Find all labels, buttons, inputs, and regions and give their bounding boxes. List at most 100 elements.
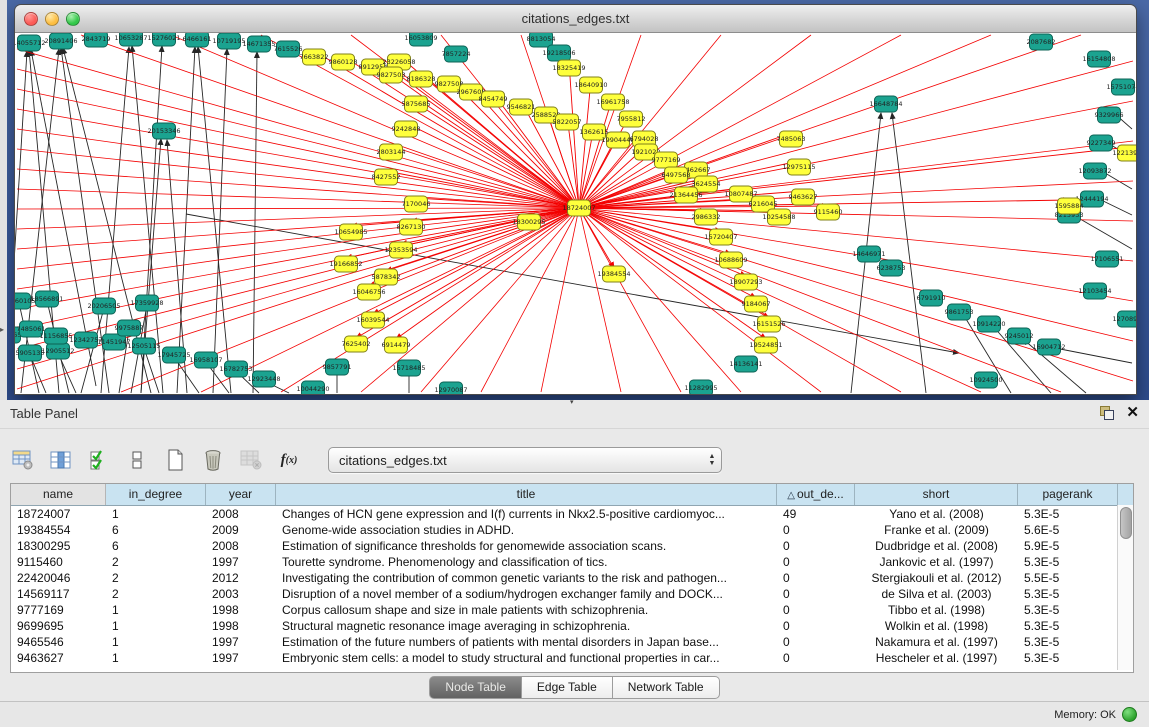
graph-node-12103454[interactable]: 12103454	[1078, 283, 1111, 299]
graph-node-16904712[interactable]: 16904712	[1032, 339, 1065, 355]
cell-out_degree[interactable]: 0	[777, 618, 855, 634]
graph-node-18300295[interactable]: 18300295	[512, 214, 545, 230]
cell-pagerank[interactable]: 5.3E-5	[1018, 618, 1118, 634]
graph-node-12970087[interactable]: 12970087	[434, 382, 467, 394]
cell-out_degree[interactable]: 0	[777, 522, 855, 538]
graph-node-5905135[interactable]: 5905135	[16, 345, 45, 361]
cell-short[interactable]: Dudbridge et al. (2008)	[855, 538, 1018, 554]
graph-node-6497568[interactable]: 6497568	[662, 167, 691, 183]
graph-node-2843719[interactable]: 2843719	[82, 33, 111, 47]
graph-node-14136141[interactable]: 14136141	[729, 356, 762, 372]
network-view-window[interactable]: citations_edges.txt 18724007140557122089…	[14, 4, 1137, 395]
cell-name[interactable]: 9463627	[11, 650, 106, 666]
row-height-icon[interactable]	[124, 447, 150, 473]
citation-edge-red[interactable]	[17, 169, 579, 208]
cell-in_degree[interactable]: 6	[106, 522, 206, 538]
cell-short[interactable]: Tibbo et al. (1998)	[855, 602, 1018, 618]
cell-short[interactable]: Franke et al. (2009)	[855, 522, 1018, 538]
graph-node-9777169[interactable]: 9777169	[652, 152, 681, 168]
citation-edge-red[interactable]	[17, 129, 579, 208]
graph-node-9827503[interactable]: 9827503	[377, 67, 406, 83]
cell-pagerank[interactable]: 5.3E-5	[1018, 586, 1118, 602]
graph-node-11282995[interactable]: 11282995	[684, 380, 717, 394]
citation-edge-red[interactable]	[17, 208, 579, 209]
graph-node-19166852[interactable]: 19166852	[329, 256, 362, 272]
cell-in_degree[interactable]: 1	[106, 506, 206, 522]
citation-edge-red[interactable]	[579, 61, 1133, 208]
graph-node-12708946[interactable]: 12708946	[1112, 311, 1136, 327]
graph-node-7955812[interactable]: 7955812	[617, 111, 646, 127]
column-header-short[interactable]: short	[855, 484, 1018, 505]
graph-node-8186328[interactable]: 8186328	[407, 71, 436, 87]
graph-node-14646971[interactable]: 14646971	[852, 246, 885, 262]
column-header-title[interactable]: title	[276, 484, 777, 505]
cell-out_degree[interactable]: 49	[777, 506, 855, 522]
cell-title[interactable]: Tourette syndrome. Phenomenology and cla…	[276, 554, 777, 570]
graph-node-7625402[interactable]: 7625402	[342, 336, 371, 352]
cell-name[interactable]: 9115460	[11, 554, 106, 570]
graph-node-5822057[interactable]: 5822057	[553, 114, 582, 130]
cell-out_degree[interactable]: 0	[777, 650, 855, 666]
column-header-pagerank[interactable]: pagerank	[1018, 484, 1118, 505]
graph-node-1595884[interactable]: 1595884	[1055, 198, 1084, 214]
graph-node-20153346[interactable]: 20153346	[147, 123, 180, 139]
graph-node-17359928[interactable]: 17359928	[130, 295, 163, 311]
scrollbar-thumb[interactable]	[1120, 507, 1132, 539]
cell-year[interactable]: 1998	[206, 602, 276, 618]
graph-node-18566891[interactable]: 18566891	[30, 291, 63, 307]
graph-node-12505115[interactable]: 12505115	[127, 338, 160, 354]
new-document-icon[interactable]	[162, 447, 188, 473]
graph-node-2986332[interactable]: 2986332	[692, 209, 721, 225]
graph-node-9860128[interactable]: 9860128	[329, 54, 358, 70]
citation-edge-red[interactable]	[17, 49, 579, 208]
graph-node-15276021[interactable]: 15276021	[147, 33, 180, 46]
graph-node-9463627[interactable]: 9463627	[789, 189, 818, 205]
graph-node-18724007[interactable]: 18724007	[562, 200, 595, 216]
graph-node-17945725[interactable]: 17945725	[157, 347, 190, 363]
table-row[interactable]: 969969511998Structural magnetic resonanc…	[11, 618, 1133, 634]
cell-pagerank[interactable]: 5.6E-5	[1018, 522, 1118, 538]
cell-short[interactable]: Yano et al. (2008)	[855, 506, 1018, 522]
graph-node-6914479[interactable]: 6914479	[382, 337, 411, 353]
graph-node-10924500[interactable]: 10924500	[969, 372, 1002, 388]
graph-node-7485063[interactable]: 7485063	[777, 131, 806, 147]
graph-node-9227349[interactable]: 9227349	[1087, 135, 1116, 151]
graph-node-6466161[interactable]: 6466161	[183, 33, 212, 47]
graph-node-9115460[interactable]: 9115460	[814, 204, 843, 220]
memory-ok-indicator[interactable]	[1122, 707, 1137, 722]
close-window-button[interactable]	[24, 12, 38, 26]
graph-node-6238753[interactable]: 6238753	[877, 260, 906, 276]
citation-edge-red[interactable]	[579, 181, 1133, 208]
graph-node-10719195[interactable]: 10719195	[212, 33, 245, 49]
graph-node-19524851[interactable]: 19524851	[749, 337, 782, 353]
cell-year[interactable]: 2008	[206, 506, 276, 522]
cell-out_degree[interactable]: 0	[777, 570, 855, 586]
show-columns-icon[interactable]	[48, 447, 74, 473]
graph-node-8427552[interactable]: 8427552	[372, 169, 401, 185]
graph-node-9975887[interactable]: 9975887	[115, 320, 144, 336]
graph-node-7663822[interactable]: 7663822	[300, 49, 329, 65]
graph-node-9242848[interactable]: 9242848	[392, 121, 421, 137]
graph-node-16039544[interactable]: 16039544	[356, 312, 389, 328]
graph-node-6791910[interactable]: 6791910	[917, 290, 946, 306]
minimize-window-button[interactable]	[45, 12, 59, 26]
graph-node-17106551[interactable]: 17106551	[1090, 251, 1123, 267]
function-builder-icon[interactable]: f(x)	[276, 447, 302, 473]
cell-title[interactable]: Investigating the contribution of common…	[276, 570, 777, 586]
cell-out_degree[interactable]: 0	[777, 554, 855, 570]
cell-title[interactable]: Estimation of the future numbers of pati…	[276, 634, 777, 650]
table-row[interactable]: 946554611997Estimation of the future num…	[11, 634, 1133, 650]
citation-edge-red[interactable]	[579, 208, 821, 392]
graph-node-5878342[interactable]: 5878342	[372, 269, 401, 285]
graph-node-2087682[interactable]: 2087682	[1027, 34, 1056, 50]
graph-node-7170046[interactable]: 7170046	[402, 196, 431, 212]
cell-title[interactable]: Structural magnetic resonance image aver…	[276, 618, 777, 634]
citation-edge-red[interactable]	[406, 123, 579, 208]
zoom-window-button[interactable]	[66, 12, 80, 26]
graph-node-9184067[interactable]: 9184067	[742, 296, 771, 312]
combo-stepper-icon[interactable]: ▲▼	[703, 453, 721, 467]
cell-out_degree[interactable]: 0	[777, 586, 855, 602]
tab-edge-table[interactable]: Edge Table	[522, 676, 613, 699]
graph-node-12093872[interactable]: 12093872	[1078, 163, 1111, 179]
cell-pagerank[interactable]: 5.3E-5	[1018, 554, 1118, 570]
